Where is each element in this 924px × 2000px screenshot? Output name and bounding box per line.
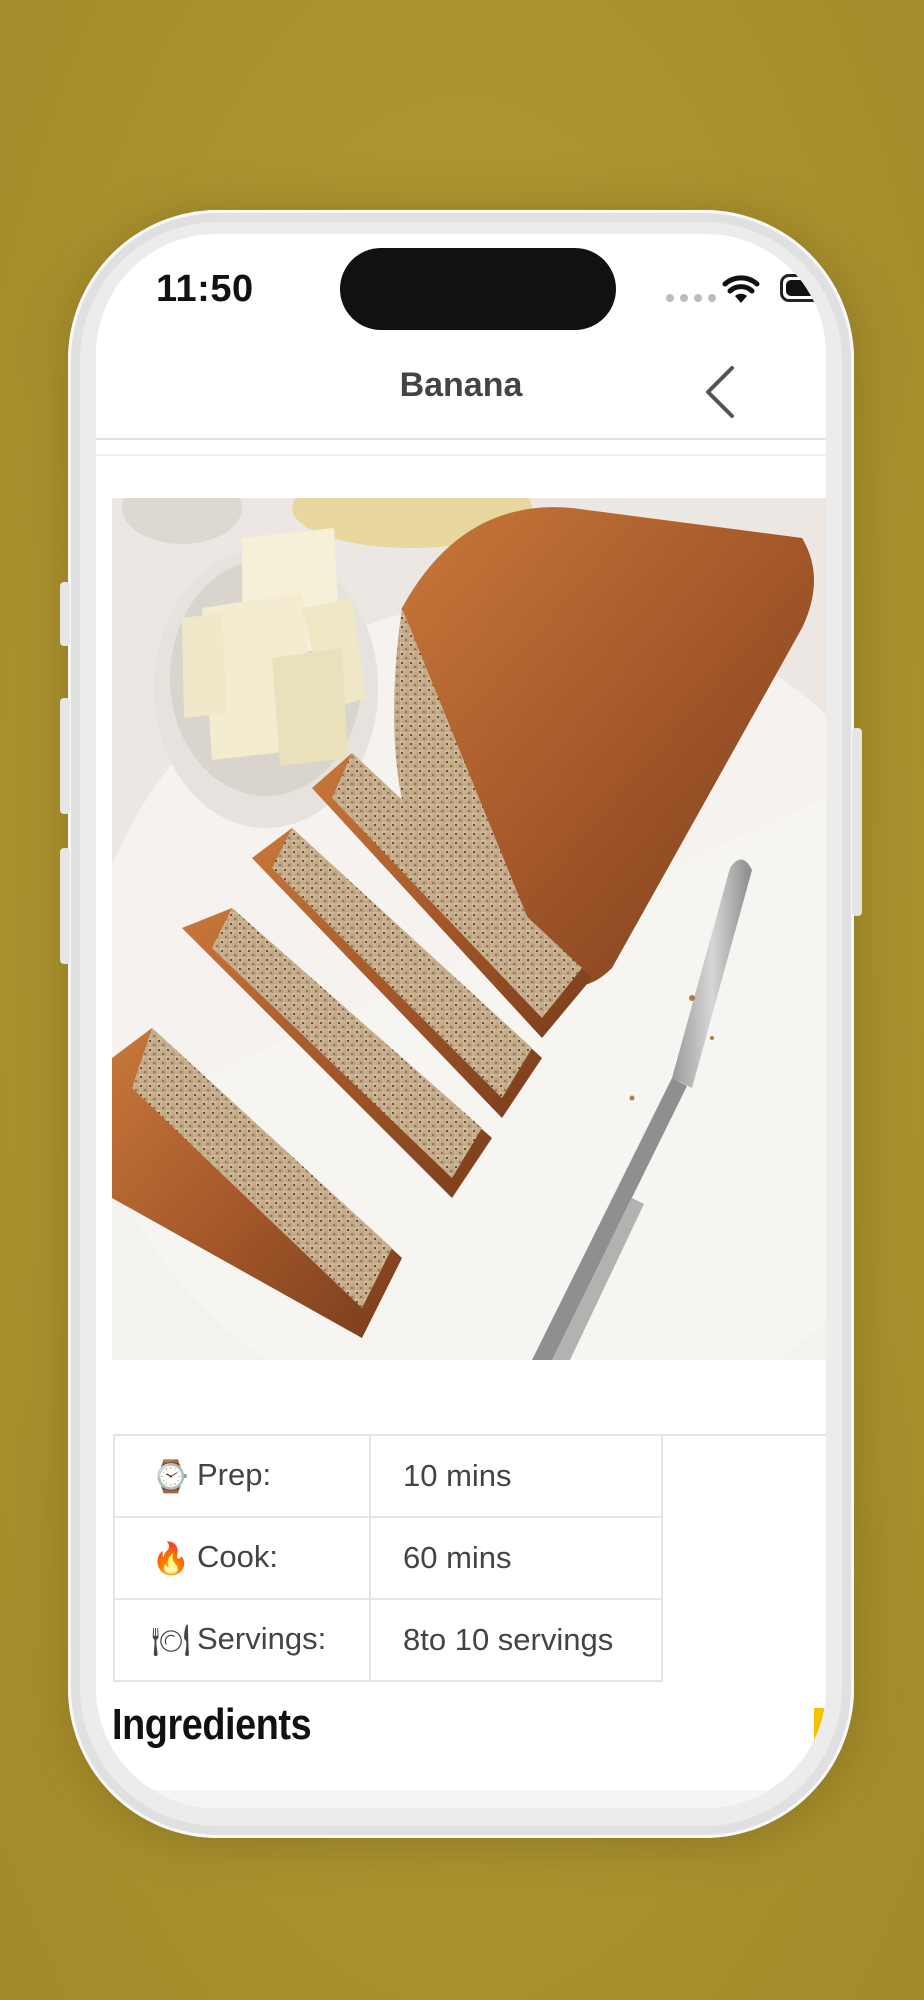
cook-label-cell: 🔥 Cook: xyxy=(113,1516,371,1600)
dynamic-island xyxy=(340,248,616,330)
servings-label-cell: 🍽 Servings: xyxy=(113,1598,371,1682)
table-row: 🔥 Cook: 60 mins xyxy=(113,1516,663,1600)
prep-value: 10 mins xyxy=(369,1434,663,1518)
cook-value: 60 mins xyxy=(369,1516,663,1600)
ingredients-heading: Ingredients xyxy=(112,1700,312,1749)
cook-label: Cook: xyxy=(197,1538,278,1574)
power-button xyxy=(852,728,862,916)
fire-icon: 🔥 xyxy=(151,1541,191,1577)
recipe-image xyxy=(112,498,826,1360)
back-button[interactable] xyxy=(692,360,752,424)
battery-icon xyxy=(780,274,826,302)
table-row: ⌚ Prep: 10 mins xyxy=(113,1434,663,1518)
nav-bar: Banana xyxy=(96,344,826,440)
home-indicator-area xyxy=(96,1790,826,1808)
volume-down-button xyxy=(60,848,70,964)
prep-label-cell: ⌚ Prep: xyxy=(113,1434,371,1518)
plate-icon: 🍽 xyxy=(151,1623,191,1659)
prep-label: Prep: xyxy=(197,1456,272,1492)
chevron-left-icon xyxy=(706,366,734,418)
wifi-icon xyxy=(722,275,760,303)
volume-up-button xyxy=(60,698,70,814)
divider xyxy=(659,1434,826,1436)
divider xyxy=(96,454,826,456)
status-time: 11:50 xyxy=(156,268,254,310)
action-button xyxy=(60,582,70,646)
table-row: 🍽 Servings: 8to 10 servings xyxy=(113,1598,663,1682)
servings-value: 8to 10 servings xyxy=(369,1598,663,1682)
recipe-info-table: ⌚ Prep: 10 mins 🔥 Cook: 60 mins 🍽 Servings:… xyxy=(113,1434,663,1682)
servings-label: Servings: xyxy=(197,1620,327,1656)
accent-bar xyxy=(814,1708,826,1764)
signal-icon xyxy=(666,294,716,302)
app-screen: 11:50 Banana ⌚ Prep: 10 mins 🔥 Cook: 60 … xyxy=(96,234,826,1808)
status-bar: 11:50 xyxy=(96,234,826,344)
watch-icon: ⌚ xyxy=(151,1459,191,1495)
